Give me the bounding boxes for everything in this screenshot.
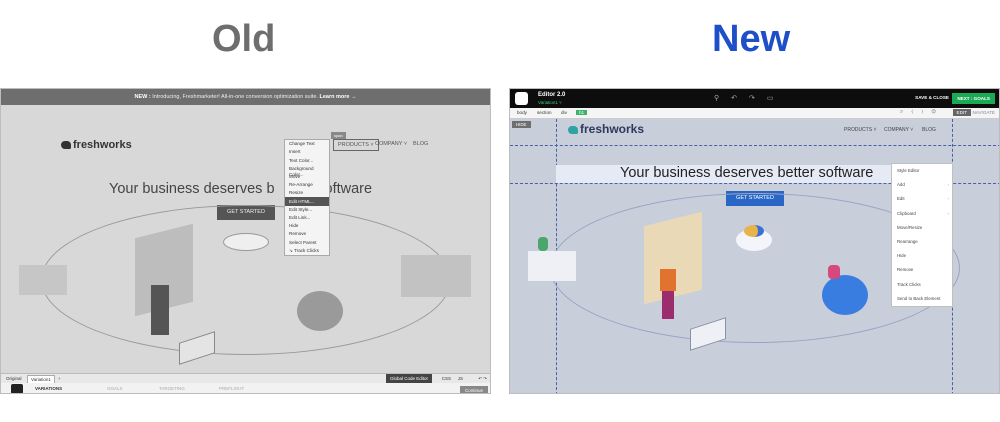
new-top-bar: Editor 2.0 Variation1 ˅ ⚲↶↷▭ SAVE & CLOS… [510,89,999,108]
chevron-right-icon: › [947,182,949,188]
new-editor-screenshot: Editor 2.0 Variation1 ˅ ⚲↶↷▭ SAVE & CLOS… [509,88,1000,394]
old-css-tab[interactable]: CSS [439,375,454,382]
old-variation-tabs: Original Variation1 + Global Code Editor… [1,373,490,384]
old-menu-item[interactable]: Background Color... [285,165,329,177]
announcement-text: Introducing, Freshmarketer! All-in-one c… [152,94,318,100]
edit-mode-button[interactable]: EDIT [952,109,971,116]
chevron-right-icon: › [947,210,949,216]
old-continue-button[interactable]: Continue [459,386,488,393]
search-code-settings-icons[interactable]: ⌕⟨⟩⚙ [900,109,944,116]
hide-button[interactable]: HIDE [512,121,531,128]
toolbar-icons[interactable]: ⚲↶↷▭ [714,94,785,102]
new-heading: New [712,18,791,60]
old-desk-left [19,265,67,295]
chevron-right-icon: › [947,196,949,202]
new-menu-item-rearrange[interactable]: Rearrange [892,235,952,249]
new-menu-item-move-resize[interactable]: Move/Resize [892,221,952,235]
brand-icon [515,92,528,105]
new-beanbag-person [828,265,840,279]
old-illustration-path [41,205,451,355]
old-brand-icon [11,384,23,393]
old-menu-item-edit-html[interactable]: Edit HTML... [285,197,329,206]
old-context-menu: Change Text Insert Text Color... Backgro… [284,139,330,256]
old-step-targeting[interactable]: TARGETING [159,386,185,391]
old-nav-company[interactable]: COMPANY ˅ [375,141,407,147]
old-center-disc [223,233,269,251]
new-nav-blog[interactable]: BLOG [922,127,936,133]
old-nav-blog[interactable]: BLOG [413,141,428,147]
old-step-bar: VARIATIONS GOALS TARGETING PREFLIGHT Con… [1,383,490,393]
old-headline[interactable]: Your business deserves b oftware [109,181,372,197]
breadcrumb-section[interactable]: section [534,110,555,115]
old-menu-item[interactable]: Select Parent [285,238,329,246]
new-menu-item-style-editor[interactable]: Style Editor [892,164,952,178]
variation-selector[interactable]: Variation1 ˅ [538,100,562,105]
old-beanbag [297,291,343,331]
old-menu-item[interactable]: ↘ Track Clicks [285,246,329,254]
breadcrumb-body[interactable]: body [514,110,530,115]
old-menu-item[interactable]: Edit Style... [285,206,329,214]
new-desk-left [528,251,576,281]
freshworks-logo-icon [61,141,71,150]
freshworks-logo-icon [568,125,578,134]
new-context-menu: Style Editor Add › Edit › Clipboard › Move/… [891,163,953,307]
new-nav-company[interactable]: COMPANY ˅ [884,127,913,133]
breadcrumb-div[interactable]: div [558,110,570,115]
old-person [151,285,169,335]
guide-line [510,145,999,146]
new-site-preview: HIDE freshworks PRODUCTS ˅ COMPANY ˅ BLO… [510,119,999,393]
old-step-preflight[interactable]: PREFLIGHT [219,386,244,391]
navigate-mode-button[interactable]: NAVIGATE [972,110,995,115]
old-menu-item[interactable]: Change Text [285,140,329,148]
old-menu-item[interactable]: Move [285,173,329,181]
old-menu-item[interactable]: Insert [285,148,329,156]
old-menu-item[interactable]: Re-Arrange [285,181,329,189]
new-menu-item-track-clicks[interactable]: Track Clicks [892,278,952,292]
old-heading: Old [212,18,276,60]
old-desk-right [401,255,471,297]
new-menu-item-add[interactable]: Add › [892,178,952,192]
old-tab-original[interactable]: Original [3,375,25,382]
old-site-preview: freshworks span PRODUCTS ˅ COMPANY ˅ BLO… [1,105,490,373]
old-undo-redo-icons[interactable]: ↶ ↷ [475,375,490,383]
new-menu-item-clipboard[interactable]: Clipboard › [892,207,952,221]
new-pie-icon [744,225,764,237]
next-goals-button[interactable]: NEXT : GOALS [952,93,995,104]
new-menu-item-send-to-back[interactable]: Send to Back Element [892,292,952,306]
old-nav-products[interactable]: PRODUCTS ˅ [333,139,379,151]
breadcrumb: body section div h1 ⌕⟨⟩⚙ EDIT NAVIGATE [510,108,999,119]
announcement-prefix: NEW : [134,94,151,100]
new-headline[interactable]: Your business deserves better software [620,165,873,181]
new-menu-item-edit[interactable]: Edit › [892,192,952,206]
old-element-tag: span [331,132,346,139]
old-js-tab[interactable]: JS [455,375,466,382]
old-step-variations[interactable]: VARIATIONS [35,386,62,391]
new-menu-item-hide[interactable]: Hide [892,249,952,263]
new-menu-item-remove[interactable]: Remove [892,263,952,277]
old-logo[interactable]: freshworks [61,139,132,151]
editor-title: Editor 2.0 [538,92,566,98]
old-step-goals[interactable]: GOALS [107,386,123,391]
new-left-person [538,237,548,251]
announcement-bar: NEW : Introducing, Freshmarketer! All-in… [1,89,490,105]
old-menu-item[interactable]: Remove [285,230,329,238]
breadcrumb-h1[interactable]: h1 [576,110,588,115]
old-menu-item[interactable]: Resize [285,189,329,197]
old-add-variation-icon[interactable]: + [55,375,64,382]
old-menu-item[interactable]: Edit Link... [285,214,329,222]
new-beanbag [822,275,868,315]
new-person-pants [662,291,674,319]
save-close-button[interactable]: SAVE & CLOSE [915,95,949,100]
new-nav-products[interactable]: PRODUCTS ˅ [844,127,876,133]
new-logo[interactable]: freshworks [568,122,644,136]
new-person-shirt [660,269,676,291]
announcement-link[interactable]: Learn more → [319,94,356,100]
old-editor-screenshot: NEW : Introducing, Freshmarketer! All-in… [0,88,491,394]
old-menu-item[interactable]: Text Color... [285,156,329,164]
old-menu-item[interactable]: Hide [285,222,329,230]
